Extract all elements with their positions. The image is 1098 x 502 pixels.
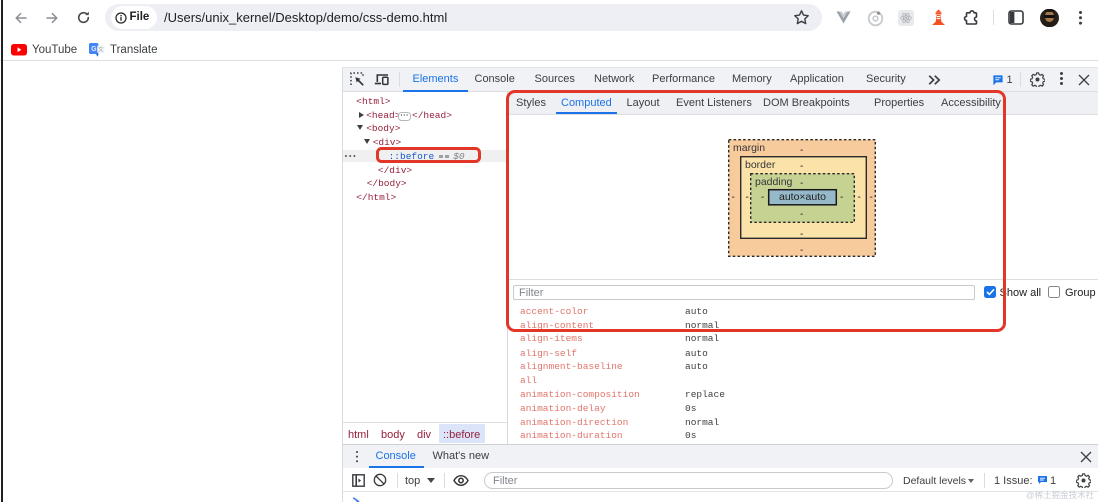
- svg-text:G: G: [91, 46, 97, 53]
- svg-text:文: 文: [97, 45, 103, 53]
